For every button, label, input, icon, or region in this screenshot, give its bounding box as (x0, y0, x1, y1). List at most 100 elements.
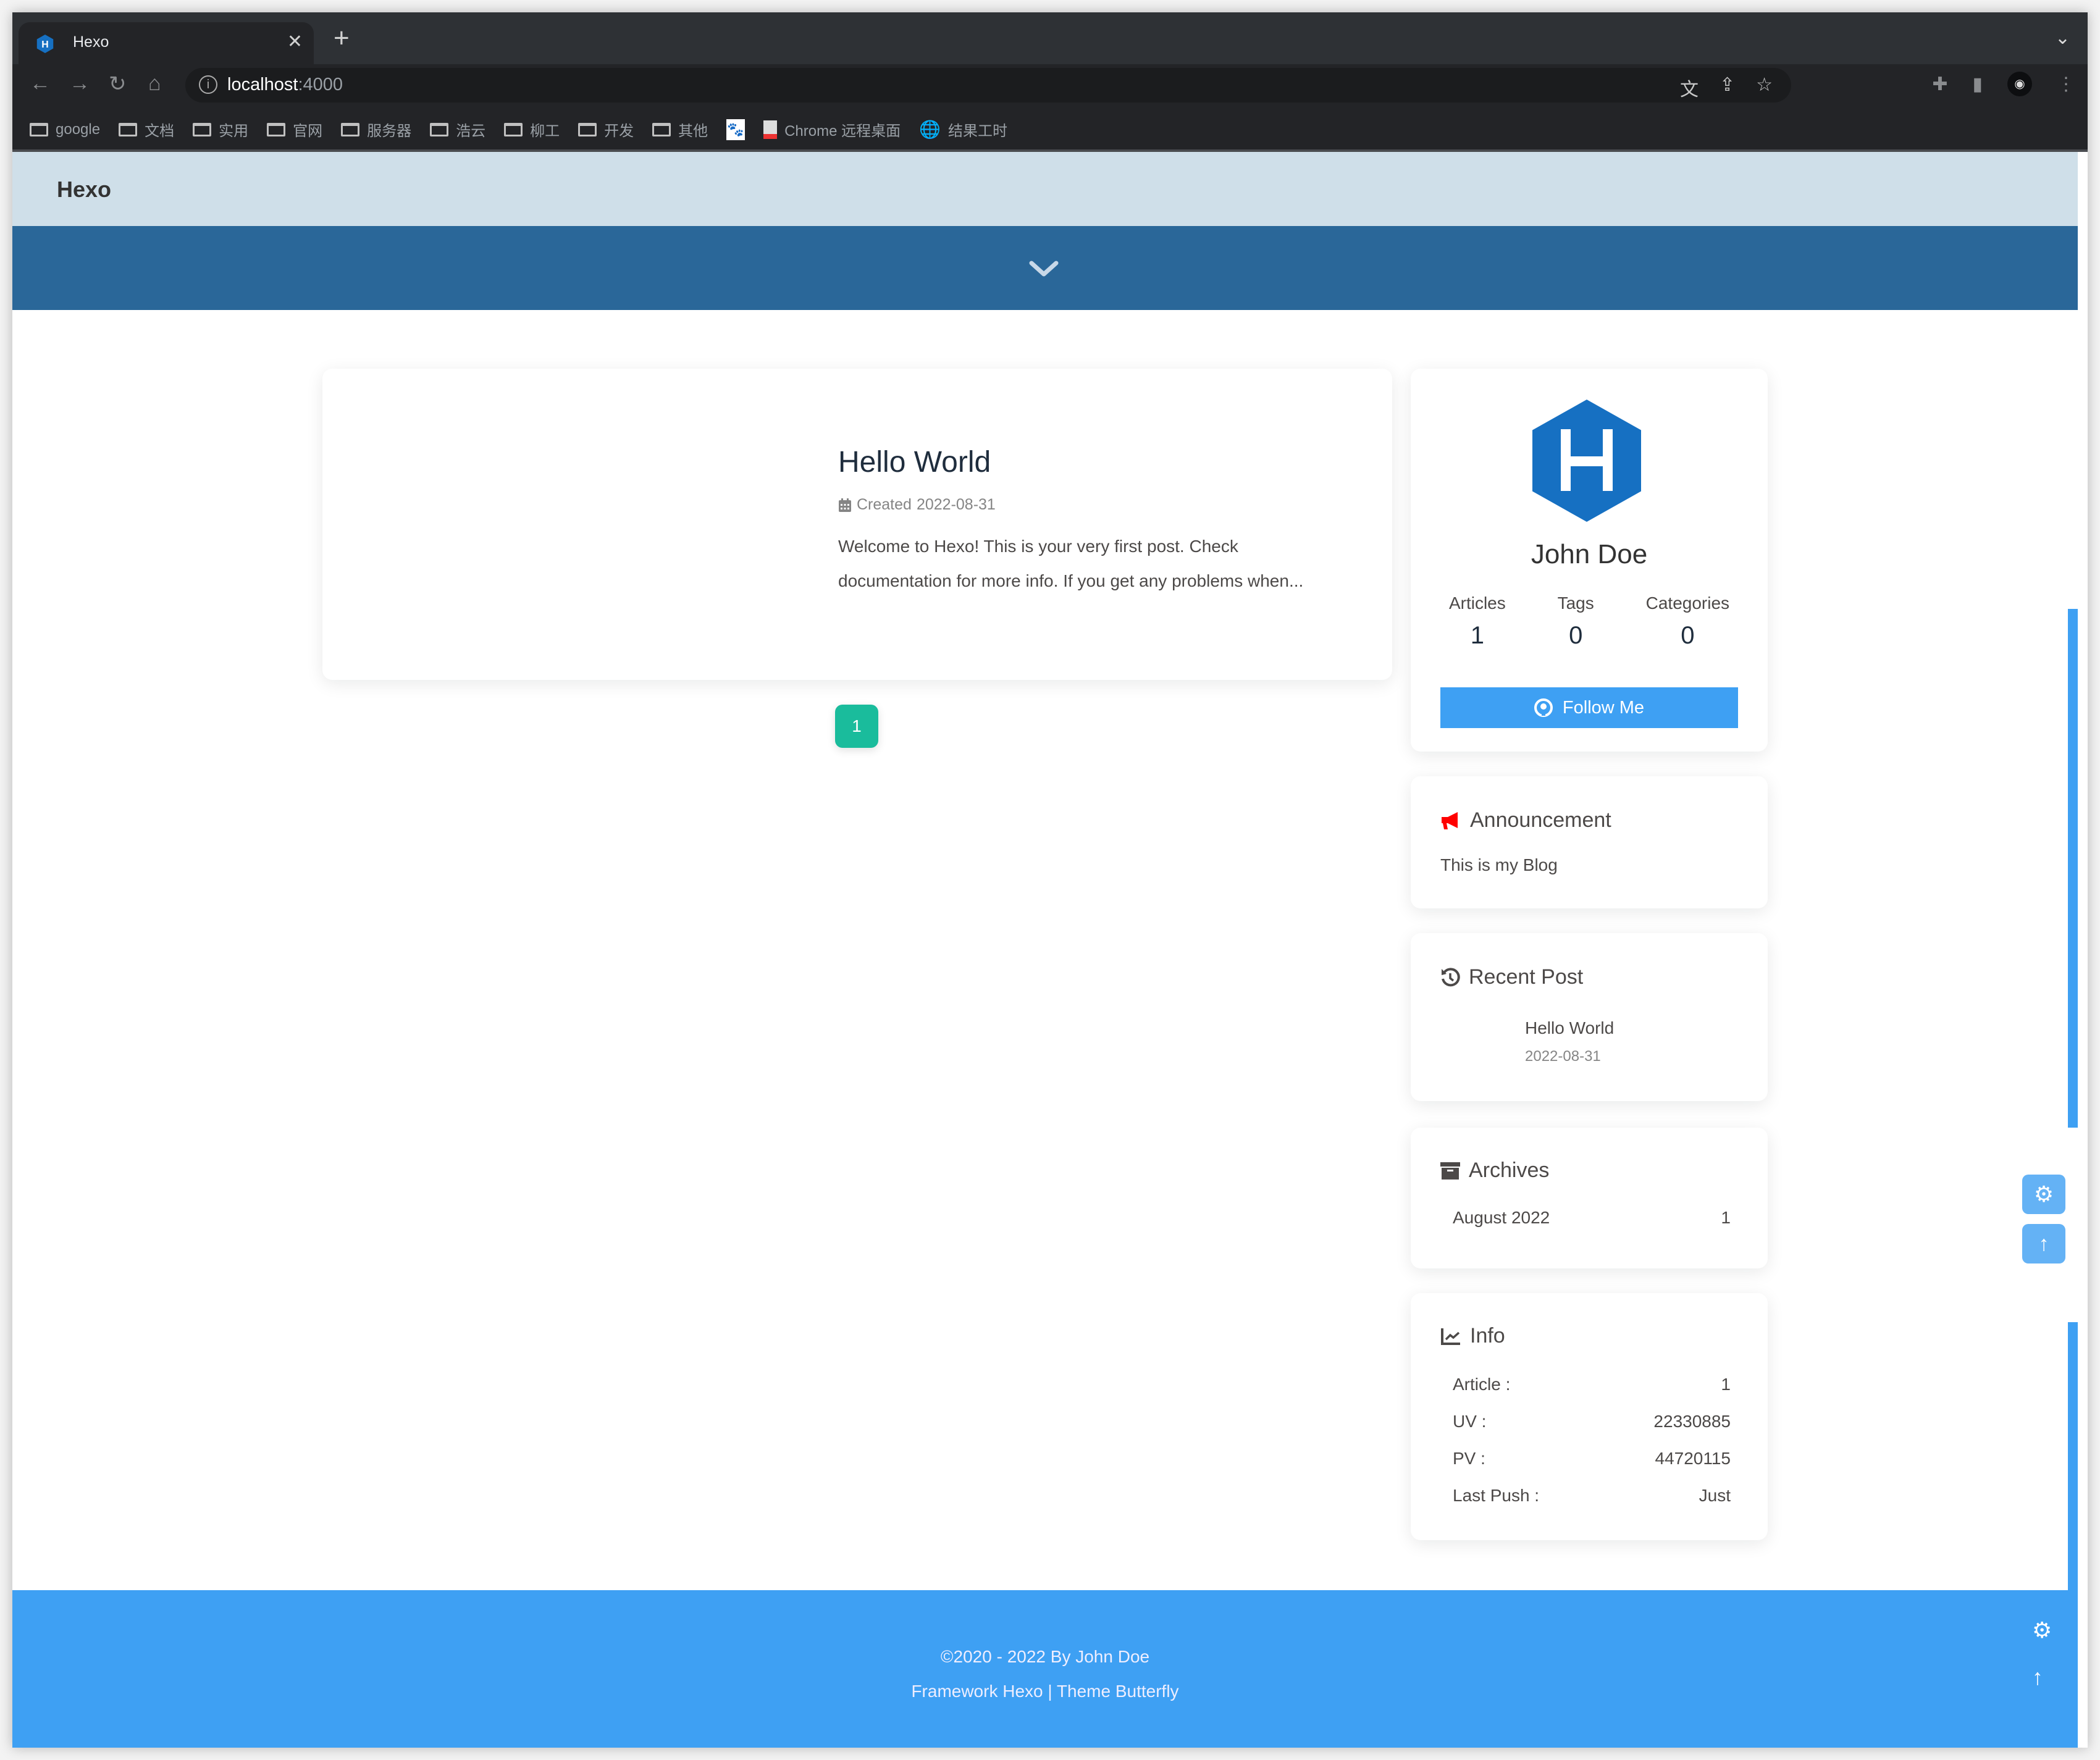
archives-header: Archives (1440, 1159, 1549, 1183)
info-widget: Info Article :1 UV :22330885 PV :4472011… (1411, 1293, 1768, 1540)
github-icon (1534, 698, 1553, 717)
folder-icon (193, 122, 212, 136)
history-icon (1442, 967, 1460, 986)
post-excerpt: Welcome to Hexo! This is your very first… (838, 537, 1304, 590)
folder-icon (504, 122, 523, 136)
stat-tags[interactable]: Tags 0 (1558, 593, 1594, 650)
info-header: Info (1440, 1324, 1505, 1348)
site-footer: ©2020 - 2022 By John Doe Framework Hexo … (12, 1590, 2078, 1748)
tab-strip: H Hexo ✕ + ⌄ (12, 12, 2088, 64)
calendar-icon (839, 498, 851, 512)
folder-icon (430, 122, 449, 136)
baidu-paw-icon: 🐾 (726, 119, 746, 140)
bookmark-folder[interactable]: 实用 (193, 119, 248, 140)
extensions-puzzle-icon[interactable]: ✚ (1932, 73, 1947, 95)
announcement-header: Announcement (1440, 808, 1611, 832)
address-bar[interactable]: i localhost:4000 文 ⇪ ☆ (185, 68, 1791, 103)
bookmark-star-icon[interactable]: ☆ (1756, 74, 1773, 101)
post-meta: Created 2022-08-31 (838, 496, 996, 514)
folder-icon (578, 122, 597, 136)
author-name: John Doe (1531, 539, 1648, 569)
footer-arrow-up-icon[interactable]: ↑ (2032, 1664, 2043, 1690)
profile-avatar[interactable]: ◉ (2007, 72, 2032, 96)
settings-fab[interactable]: ⚙ (2022, 1175, 2065, 1214)
browser-window: H Hexo ✕ + ⌄ ← → ↻ ⌂ i localhost:4000 文 … (12, 12, 2088, 1748)
bookmark-worktime[interactable]: 🌐 结果工时 (919, 119, 1007, 140)
folder-icon (341, 122, 360, 136)
footer-gear-icon[interactable]: ⚙ (2032, 1617, 2052, 1643)
bookmark-folder[interactable]: 其他 (652, 119, 708, 140)
globe-icon: 🌐 (919, 120, 941, 139)
bookmark-folder[interactable]: 官网 (267, 119, 322, 140)
bookmark-folder[interactable]: 柳工 (504, 119, 560, 140)
hexo-logo-icon (1532, 400, 1641, 522)
forward-icon[interactable]: → (69, 72, 90, 96)
stat-categories[interactable]: Categories 0 (1646, 593, 1729, 650)
footer-framework[interactable]: Framework Hexo | Theme Butterfly (12, 1682, 2078, 1701)
announcement-widget: Announcement This is my Blog (1411, 776, 1768, 908)
stat-articles[interactable]: Articles 1 (1449, 593, 1506, 650)
back-to-top-fab[interactable]: ↑ (2022, 1224, 2065, 1263)
folder-icon (30, 122, 48, 136)
author-card: John Doe Articles 1 Tags 0 Categories 0 (1411, 369, 1768, 752)
author-stats: Articles 1 Tags 0 Categories 0 (1423, 593, 1755, 650)
url-text[interactable]: localhost:4000 (227, 75, 343, 95)
recent-post-date: 2022-08-31 (1525, 1048, 1601, 1065)
bullhorn-icon (1442, 811, 1458, 829)
scroll-down-chevron-icon[interactable] (1025, 253, 1062, 284)
folder-icon (267, 122, 286, 136)
folder-icon (119, 122, 138, 136)
archives-widget: Archives August 2022 1 (1411, 1128, 1768, 1268)
tab-hexo[interactable]: H Hexo ✕ (19, 22, 314, 64)
bookmarks-bar: google 文档 实用 官网 服务器 浩云 柳工 开发 其他 🐾 Chrome… (12, 107, 2088, 149)
gear-icon: ⚙ (2033, 1181, 2054, 1207)
archive-item[interactable]: August 2022 1 (1453, 1208, 1731, 1228)
site-info-icon[interactable]: i (199, 75, 217, 94)
info-row-pv: PV :44720115 (1453, 1449, 1731, 1468)
bookmark-folder[interactable]: google (30, 121, 100, 138)
info-row-uv: UV :22330885 (1453, 1412, 1731, 1431)
new-tab-icon[interactable]: + (334, 25, 350, 52)
scrollbar-track-footer (2068, 1322, 2078, 1730)
reload-icon[interactable]: ↻ (109, 72, 127, 96)
browser-toolbar: ← → ↻ ⌂ i localhost:4000 文 ⇪ ☆ ✚ ▮ ◉ ⋮ (12, 64, 2088, 107)
translate-icon[interactable]: 文 (1680, 74, 1699, 101)
follow-me-button[interactable]: Follow Me (1440, 687, 1738, 728)
pagination-page-current[interactable]: 1 (835, 705, 878, 748)
bookmark-chrome-remote[interactable]: Chrome 远程桌面 (763, 119, 901, 140)
bookmark-folder[interactable]: 浩云 (430, 119, 485, 140)
recent-post-header: Recent Post (1440, 965, 1583, 989)
site-nav: Hexo (12, 152, 2078, 226)
side-panel-icon[interactable]: ▮ (1972, 73, 1983, 95)
post-meta-label: Created (857, 496, 912, 513)
post-date: 2022-08-31 (916, 496, 996, 513)
scrollbar-thumb[interactable] (2068, 609, 2078, 1128)
bookmark-folder[interactable]: 文档 (119, 119, 174, 140)
post-card: Hello World Created 2022-08-31 Welcome t… (322, 369, 1392, 680)
page-viewport: Hexo Hello World Created 2022-08-31 Welc… (12, 152, 2078, 1748)
recent-post-link[interactable]: Hello World (1525, 1018, 1614, 1038)
home-icon[interactable]: ⌂ (148, 72, 161, 96)
tab-title: Hexo (73, 33, 109, 51)
more-menu-icon[interactable]: ⋮ (2057, 73, 2075, 95)
info-row-last-push: Last Push : Just (1453, 1486, 1731, 1505)
footer-copyright: ©2020 - 2022 By John Doe (940, 1647, 1150, 1666)
site-name-link[interactable]: Hexo (57, 177, 111, 203)
bookmark-folder[interactable]: 开发 (578, 119, 634, 140)
tab-search-chevron-icon[interactable]: ⌄ (2055, 27, 2070, 49)
folder-icon (652, 122, 671, 136)
chrome-remote-desktop-icon (763, 120, 778, 139)
post-title-link[interactable]: Hello World (838, 445, 991, 479)
back-icon[interactable]: ← (30, 72, 51, 96)
page-banner (12, 226, 2078, 310)
svg-text:H: H (41, 40, 48, 50)
hexo-favicon-icon: H (36, 35, 54, 53)
bookmark-baidu[interactable]: 🐾 (726, 119, 746, 140)
archive-box-icon (1440, 1162, 1460, 1180)
line-chart-icon (1441, 1328, 1460, 1345)
close-tab-icon[interactable]: ✕ (287, 31, 303, 52)
share-icon[interactable]: ⇪ (1720, 74, 1735, 101)
announcement-text: This is my Blog (1440, 855, 1558, 874)
bookmark-folder[interactable]: 服务器 (341, 119, 411, 140)
arrow-up-icon: ↑ (2038, 1231, 2049, 1255)
